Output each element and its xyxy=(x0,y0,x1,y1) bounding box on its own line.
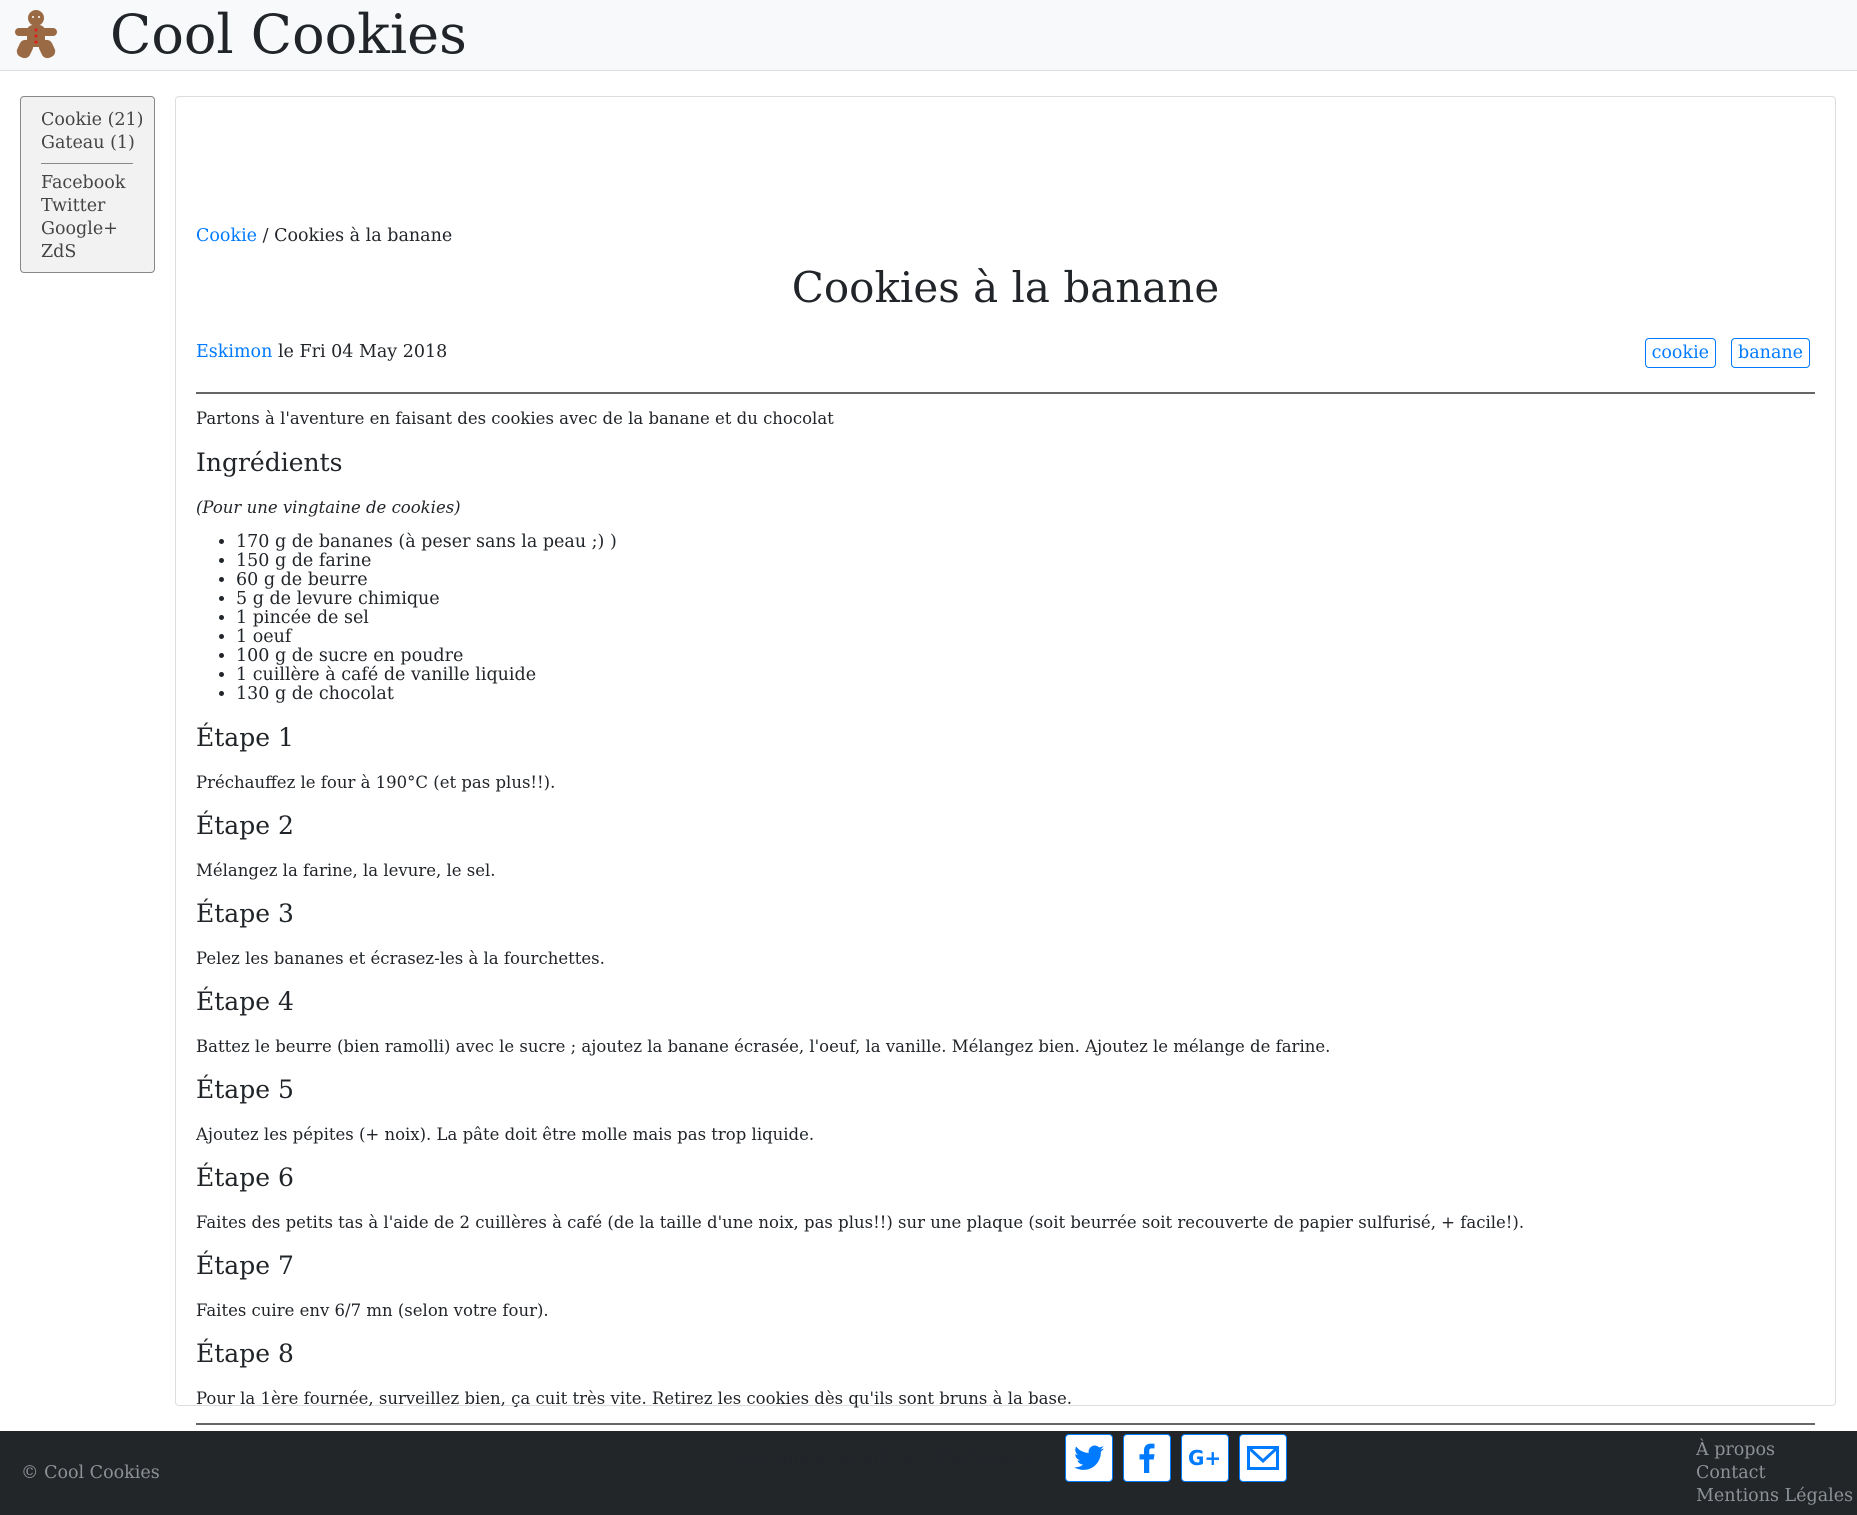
ingredient-item: 100 g de sucre en poudre xyxy=(236,647,617,666)
sidebar-link-zds[interactable]: ZdS xyxy=(41,241,154,264)
step-text: Faites cuire env 6/7 mn (selon votre fou… xyxy=(196,1301,549,1320)
copyright: © Cool Cookies xyxy=(21,1463,160,1483)
step-heading: Étape 3 xyxy=(196,899,294,928)
sidebar-link-googleplus[interactable]: Google+ xyxy=(41,218,154,241)
author-link[interactable]: Eskimon xyxy=(196,342,272,362)
tag-banane[interactable]: banane xyxy=(1731,338,1810,368)
step-heading: Étape 2 xyxy=(196,811,294,840)
article-meta: Eskimon le Fri 04 May 2018 xyxy=(196,342,447,362)
sidebar-link-twitter[interactable]: Twitter xyxy=(41,195,154,218)
ingredients-list: 170 g de bananes (à peser sans la peau ;… xyxy=(218,533,617,704)
step-text: Préchauffez le four à 190°C (et pas plus… xyxy=(196,773,556,792)
breadcrumb: Cookie / Cookies à la banane xyxy=(196,226,452,246)
share-facebook-button[interactable] xyxy=(1122,1434,1171,1482)
step-heading: Étape 1 xyxy=(196,723,294,752)
share-bar: Vous aimez cet article ? Partagez-le ! G… xyxy=(196,1434,1815,1482)
share-twitter-button[interactable] xyxy=(1064,1434,1113,1482)
step-text: Pelez les bananes et écrasez-les à la fo… xyxy=(196,949,605,968)
step-heading: Étape 6 xyxy=(196,1163,294,1192)
ingredient-item: 1 oeuf xyxy=(236,628,617,647)
twitter-icon xyxy=(1073,1445,1104,1470)
step-heading: Étape 5 xyxy=(196,1075,294,1104)
step-text: Ajoutez les pépites (+ noix). La pâte do… xyxy=(196,1125,815,1144)
article-card: Cookie / Cookies à la banane Cookies à l… xyxy=(175,96,1836,1482)
sidebar: Cookie (21) Gateau (1) Facebook Twitter … xyxy=(20,96,155,273)
step-text: Pour la 1ère fournée, surveillez bien, ç… xyxy=(196,1389,1072,1408)
page-title: Cookies à la banane xyxy=(791,263,1220,312)
gingerbread-man-icon[interactable] xyxy=(12,8,60,62)
divider xyxy=(196,392,1815,394)
site-header: Cool Cookies xyxy=(0,0,1857,71)
step-text: Faites des petits tas à l'aide de 2 cuil… xyxy=(196,1213,1525,1232)
tag-cookie[interactable]: cookie xyxy=(1644,338,1717,368)
ingredient-item: 5 g de levure chimique xyxy=(236,590,617,609)
breadcrumb-separator: / xyxy=(262,226,269,246)
ingredient-item: 150 g de farine xyxy=(236,552,617,571)
step-text: Mélangez la farine, la levure, le sel. xyxy=(196,861,496,880)
sidebar-link-facebook[interactable]: Facebook xyxy=(41,172,154,195)
ingredient-item: 1 cuillère à café de vanille liquide xyxy=(236,666,617,685)
ingredients-note: (Pour une vingtaine de cookies) xyxy=(196,498,461,517)
sidebar-category-cookie[interactable]: Cookie (21) xyxy=(41,109,154,132)
article-date: le Fri 04 May 2018 xyxy=(277,342,448,362)
step-heading: Étape 8 xyxy=(196,1339,294,1368)
step-heading: Étape 7 xyxy=(196,1251,294,1280)
ingredient-item: 60 g de beurre xyxy=(236,571,617,590)
facebook-icon xyxy=(1139,1443,1155,1473)
ingredient-item: 130 g de chocolat xyxy=(236,685,617,704)
intro-text: Partons à l'aventure en faisant des cook… xyxy=(196,409,834,428)
site-title[interactable]: Cool Cookies xyxy=(110,4,467,66)
google-plus-icon: G+ xyxy=(1187,1446,1222,1470)
ingredients-heading: Ingrédients xyxy=(196,448,343,477)
step-heading: Étape 4 xyxy=(196,987,294,1016)
sidebar-category-gateau[interactable]: Gateau (1) xyxy=(41,132,154,155)
tag-list: cookie banane xyxy=(1644,338,1810,368)
breadcrumb-current: Cookies à la banane xyxy=(274,226,453,246)
sidebar-divider xyxy=(41,163,133,164)
share-googleplus-button[interactable]: G+ xyxy=(1180,1434,1229,1482)
mail-icon xyxy=(1246,1446,1279,1470)
share-email-button[interactable] xyxy=(1238,1434,1287,1482)
step-text: Battez le beurre (bien ramolli) avec le … xyxy=(196,1037,1331,1056)
ingredient-item: 1 pincée de sel xyxy=(236,609,617,628)
ingredient-item: 170 g de bananes (à peser sans la peau ;… xyxy=(236,533,617,552)
footer-link-legal[interactable]: Mentions Légales xyxy=(1696,1485,1853,1508)
breadcrumb-parent[interactable]: Cookie xyxy=(196,226,257,246)
divider xyxy=(196,1423,1815,1425)
share-label: Vous aimez cet article ? Partagez-le ! xyxy=(724,1448,1053,1468)
